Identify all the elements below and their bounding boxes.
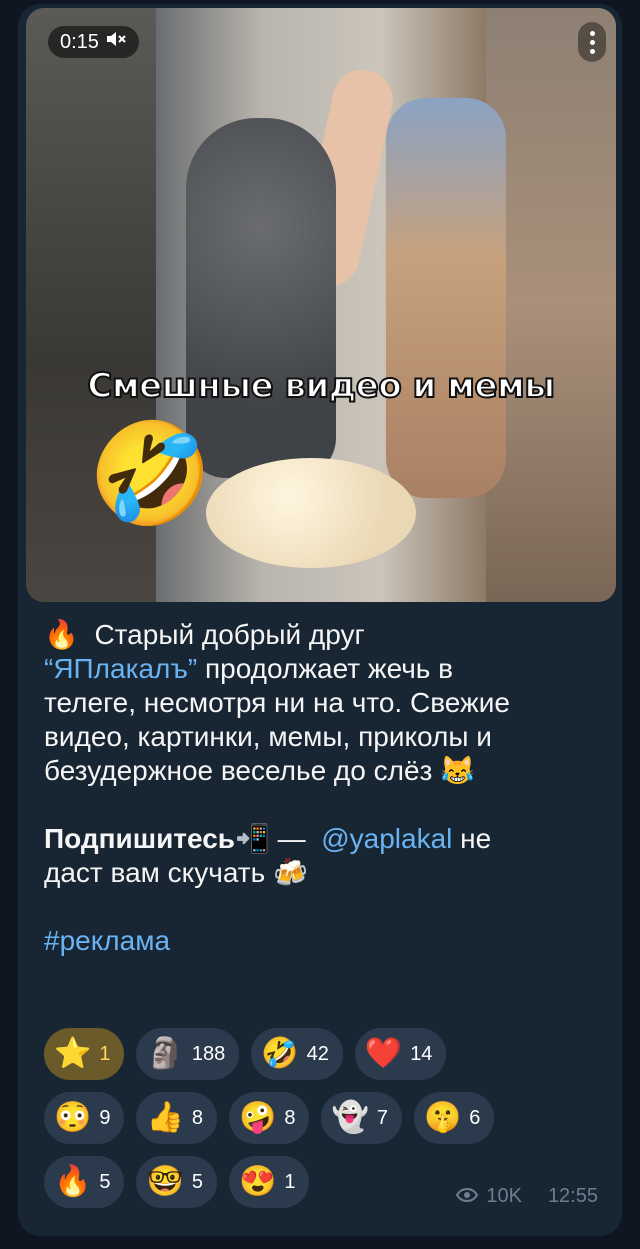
shushing-face-icon: 🤫 [423,1101,462,1134]
ghost-icon: 👻 [331,1101,369,1134]
caption-line-3: телеге, несмотря ни на что. Свежие [44,687,510,718]
dash: — [277,823,306,854]
reaction-star[interactable]: ⭐ 1 [44,1028,125,1080]
reaction-moai[interactable]: 🗿 188 [136,1028,240,1080]
reaction-count: 5 [99,1170,111,1193]
beer-mugs-icon: 🍻 [272,857,308,888]
reaction-count: 1 [99,1042,111,1065]
laughing-emoji-icon: 🤣 [88,418,213,530]
caption-line-4: видео, картинки, мемы, приколы и [44,721,492,752]
reaction-rofl[interactable]: 🤣 42 [251,1028,343,1080]
thumbs-up-icon: 👍 [146,1101,184,1134]
reaction-count: 9 [99,1106,111,1129]
reaction-heart-eyes[interactable]: 😍 1 [228,1156,310,1208]
fire-icon: 🔥 [54,1165,92,1198]
nerd-face-icon: 🤓 [146,1165,184,1198]
reaction-zany[interactable]: 🤪 8 [228,1092,310,1144]
crying-cat-icon: 😹 [440,755,476,786]
channel-handle-link[interactable]: @yaplakal [321,823,452,854]
eye-icon [456,1185,479,1208]
fire-icon: 🔥 [44,619,79,650]
subscribe-text: Подпишитесь [44,823,236,854]
reaction-flushed[interactable]: 😳 9 [44,1092,125,1144]
reaction-nerd[interactable]: 🤓 5 [136,1156,217,1208]
reaction-count: 42 [306,1042,329,1065]
duration-label: 0:15 [60,30,99,53]
reaction-count: 188 [191,1042,226,1065]
reaction-count: 6 [469,1106,481,1129]
reaction-count: 7 [376,1106,388,1129]
reaction-count: 8 [284,1106,296,1129]
yaplakal-link[interactable]: “ЯПлакалъ” [44,653,197,684]
phone-arrow-icon: 📲 [235,823,270,854]
reaction-thumbs-up[interactable]: 👍 8 [136,1092,217,1144]
reaction-heart[interactable]: ❤️ 14 [354,1028,447,1080]
reaction-fire[interactable]: 🔥 5 [44,1156,125,1208]
message-meta: 10K 12:55 [456,1185,598,1208]
message-bubble: Смешные видео и мемы 🤣 0:15 🔥 Старый доб… [18,4,622,1236]
reactions-row-1: ⭐ 1 🗿 188 🤣 42 ❤️ 14 [44,1028,604,1080]
star-icon: ⭐ [54,1037,92,1070]
video-duration-pill[interactable]: 0:15 [48,26,139,58]
heart-icon: ❤️ [364,1037,403,1070]
reactions-row-2: 😳 9 👍 8 🤪 8 👻 7 🤫 6 [44,1092,604,1144]
message-time: 12:55 [547,1185,598,1207]
speaker-muted-icon[interactable] [105,30,127,54]
zany-face-icon: 🤪 [238,1101,277,1134]
caption-line-1: Старый добрый друг [94,619,365,650]
moai-icon: 🗿 [146,1037,184,1070]
hashtag-link[interactable]: #реклама [44,925,170,956]
video-overlay-title: Смешные видео и мемы [86,365,556,407]
caption-line-7: даст вам скучать [44,857,266,888]
reaction-ghost[interactable]: 👻 7 [321,1092,402,1144]
flushed-face-icon: 😳 [54,1101,92,1134]
reaction-count: 5 [191,1170,203,1193]
heart-eyes-icon: 😍 [238,1165,277,1198]
views-count: 10K [486,1185,522,1207]
more-options-icon[interactable] [578,22,606,62]
video-preview[interactable]: Смешные видео и мемы 🤣 0:15 [26,8,616,602]
message-caption: 🔥 Старый добрый друг “ЯПлакалъ” продолжа… [44,618,604,958]
caption-line-2: продолжает жечь в [204,653,454,684]
video-person [386,98,506,498]
reaction-count: 1 [284,1170,296,1193]
caption-line-5: безудержное веселье до слёз [44,755,433,786]
reaction-shush[interactable]: 🤫 6 [413,1092,495,1144]
reaction-count: 14 [410,1042,433,1065]
caption-line-6-rest: не [460,823,492,854]
rofl-icon: 🤣 [261,1037,299,1070]
reaction-count: 8 [191,1106,203,1129]
video-dough [206,458,416,568]
